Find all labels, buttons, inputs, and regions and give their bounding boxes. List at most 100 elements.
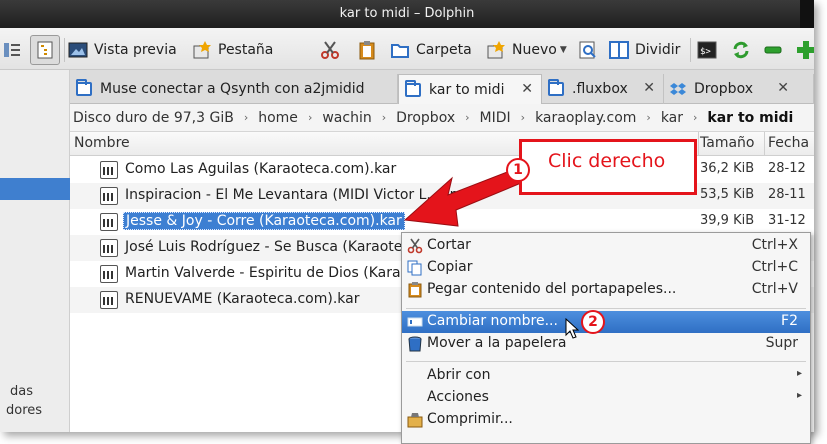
- find-icon: [578, 40, 598, 60]
- close-icon[interactable]: ✕: [521, 81, 533, 97]
- breadcrumb-arrow-icon[interactable]: ›: [693, 111, 697, 124]
- breadcrumb-item[interactable]: MIDI: [480, 110, 511, 126]
- toolbar: Vista previa Pestaña Carpeta Nuevo ▼ Div…: [0, 28, 814, 70]
- new-tab-button[interactable]: Pestaña: [192, 37, 273, 63]
- file-date: 28-11: [768, 187, 806, 202]
- places-item-text[interactable]: dores: [6, 403, 42, 418]
- breadcrumb-arrow-icon[interactable]: ›: [244, 111, 248, 124]
- file-row[interactable]: Inspiracion - El Me Levantara (MIDI Vict…: [70, 183, 814, 209]
- reload-button[interactable]: [731, 37, 757, 63]
- column-name-header[interactable]: Nombre: [74, 135, 130, 151]
- tab-fluxbox[interactable]: .fluxbox ✕: [542, 74, 664, 104]
- menu-item-compress[interactable]: Comprimir...: [402, 409, 810, 431]
- new-tab-label: Pestaña: [218, 42, 274, 58]
- column-size-header[interactable]: Tamaño: [700, 135, 754, 151]
- menu-item-trash[interactable]: Mover a la papelera Supr: [402, 333, 810, 355]
- menu-item-label: Comprimir...: [427, 411, 513, 427]
- close-icon[interactable]: ✕: [777, 80, 789, 96]
- breadcrumb-arrow-icon[interactable]: ›: [521, 111, 525, 124]
- file-name: Inspiracion - El Me Levantara (MIDI Vict…: [125, 187, 480, 203]
- menu-item-label: Abrir con: [427, 367, 491, 383]
- cut-toolbar-button[interactable]: [320, 37, 346, 63]
- tab-kar-to-midi[interactable]: kar to midi ✕: [398, 74, 542, 105]
- menu-separator: [406, 361, 806, 362]
- split-view-button[interactable]: Dividir: [609, 37, 680, 63]
- clipboard-icon: [407, 282, 423, 298]
- find-button[interactable]: [578, 37, 604, 63]
- breadcrumb-item[interactable]: Dropbox: [396, 110, 455, 126]
- breadcrumb-current[interactable]: kar to midi: [707, 110, 793, 126]
- places-selected-item[interactable]: [0, 178, 70, 200]
- midi-file-icon: [100, 161, 118, 179]
- menu-shortcut: Ctrl+C: [751, 259, 798, 275]
- toolbar-separator: [690, 38, 691, 62]
- breadcrumb-arrow-icon[interactable]: ›: [382, 111, 386, 124]
- midi-file-icon: [100, 291, 118, 309]
- scissors-icon: [320, 40, 340, 60]
- menu-item-open-with[interactable]: Abrir con ▸: [402, 365, 810, 387]
- callout-text: Clic derecho: [548, 150, 666, 172]
- new-folder-button[interactable]: Carpeta: [390, 37, 472, 63]
- chevron-right-icon: ▸: [796, 390, 802, 401]
- folder-icon: [548, 79, 564, 96]
- file-size: 36,2 KiB: [700, 161, 755, 176]
- breadcrumb-arrow-icon[interactable]: ›: [308, 111, 312, 124]
- split-view-label: Dividir: [635, 42, 681, 58]
- title-bar: kar to midi – Dolphin: [0, 0, 814, 28]
- breadcrumb-arrow-icon[interactable]: ›: [646, 111, 650, 124]
- menu-item-actions[interactable]: Acciones ▸: [402, 387, 810, 409]
- svg-text:$>: $>: [700, 47, 711, 57]
- titlebar-right-edge: [800, 0, 814, 28]
- tree-view-icon: [35, 40, 55, 60]
- menu-item-copy[interactable]: Copiar Ctrl+C: [402, 257, 810, 279]
- tree-view-button[interactable]: [30, 35, 60, 65]
- menu-shortcut: F2: [781, 313, 798, 329]
- column-divider[interactable]: [698, 132, 699, 156]
- menu-shortcut: Ctrl+X: [751, 237, 798, 253]
- breadcrumb-item[interactable]: Disco duro de 97,3 GiB: [73, 110, 234, 126]
- file-size: 39,9 KiB: [700, 213, 755, 228]
- breadcrumb-arrow-icon[interactable]: ›: [465, 111, 469, 124]
- plus-icon: [796, 40, 814, 60]
- menu-item-rename[interactable]: Cambiar nombre... F2: [402, 311, 810, 333]
- minus-button[interactable]: [763, 37, 789, 63]
- tab-label: kar to midi: [429, 82, 505, 98]
- new-document-icon: [486, 40, 506, 60]
- breadcrumb: Disco duro de 97,3 GiB › home › wachin › Dr…: [70, 104, 814, 132]
- new-menu-button[interactable]: Nuevo ▼: [486, 37, 567, 63]
- copy-icon: [407, 260, 423, 276]
- tab-muse-qsynth[interactable]: Muse conectar a Qsynth con a2jmidid: [70, 74, 398, 104]
- menu-item-label: Cortar: [427, 237, 471, 253]
- menu-item-label: Acciones: [427, 389, 489, 405]
- folder-icon: [390, 40, 410, 60]
- menu-item-paste[interactable]: Pegar contenido del portapapeles... Ctrl…: [402, 279, 810, 301]
- breadcrumb-item[interactable]: home: [258, 110, 298, 126]
- menu-item-cut[interactable]: Cortar Ctrl+X: [402, 235, 810, 257]
- plus-button[interactable]: [796, 37, 814, 63]
- column-divider[interactable]: [764, 132, 765, 156]
- minus-icon: [763, 40, 783, 60]
- split-view-icon: [609, 40, 629, 60]
- breadcrumb-item[interactable]: kar: [661, 110, 683, 126]
- new-tab-icon: [192, 40, 212, 60]
- places-item-text[interactable]: das: [10, 384, 33, 399]
- rename-icon: [407, 314, 423, 330]
- archive-icon: [407, 412, 423, 428]
- preview-button[interactable]: Vista previa: [68, 37, 177, 63]
- terminal-button[interactable]: $>: [697, 37, 723, 63]
- details-view-button[interactable]: [2, 37, 28, 63]
- file-name: José Luis Rodríguez - Se Busca (Karaote: [125, 239, 403, 255]
- scissors-icon: [407, 238, 423, 254]
- tab-dropbox[interactable]: Dropbox ✕: [664, 74, 814, 104]
- tab-bar: Muse conectar a Qsynth con a2jmidid kar …: [70, 70, 814, 105]
- step-badge-1: 1: [506, 158, 530, 182]
- column-date-header[interactable]: Fecha: [768, 135, 809, 151]
- breadcrumb-item[interactable]: karaoplay.com: [535, 110, 636, 126]
- tab-label: .fluxbox: [572, 81, 628, 97]
- paste-toolbar-button[interactable]: [357, 37, 383, 63]
- breadcrumb-item[interactable]: wachin: [322, 110, 371, 126]
- file-row[interactable]: Como Las Aguilas (Karaoteca.com).kar 36,…: [70, 157, 814, 183]
- midi-file-icon: [100, 187, 118, 205]
- close-icon[interactable]: ✕: [643, 80, 655, 96]
- chevron-right-icon: ▸: [796, 368, 802, 379]
